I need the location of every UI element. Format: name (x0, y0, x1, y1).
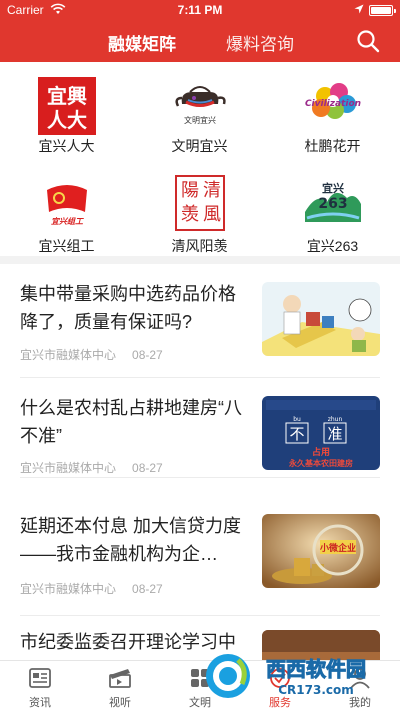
svg-text:文明宜兴: 文明宜兴 (184, 115, 216, 125)
news-source: 宜兴市融媒体中心 (20, 461, 117, 475)
channel-qingfeng-yangxian[interactable]: 清 陽 風 羡 清风阳羡 (133, 162, 266, 260)
teapot-logo: 文明宜兴 (175, 86, 226, 125)
tab-media-matrix[interactable]: 融媒矩阵 (108, 30, 176, 55)
news-title: 集中带量采购中选药品价格降了，质量有保证吗? (20, 284, 236, 332)
yixing-rd-logo: 宜興 人大 (38, 77, 96, 135)
svg-text:CR173.com: CR173.com (278, 683, 354, 697)
thumb-pinyin: bu (293, 416, 301, 423)
location-arrow-icon (354, 4, 364, 14)
svg-text:羡: 羡 (181, 204, 199, 225)
status-time: 7:11 PM (177, 3, 223, 17)
svg-text:陽: 陽 (181, 180, 199, 201)
tab-news[interactable]: 资讯 (0, 661, 80, 710)
top-nav: 融媒矩阵 爆料咨询 (0, 22, 400, 62)
channel-civilized-yixing[interactable]: 文明宜兴 文明宜兴 (133, 62, 266, 160)
status-bar: Carrier 7:11 PM (0, 0, 400, 20)
channel-label: 宜兴人大 (38, 138, 95, 154)
tab-media[interactable]: 视听 (80, 661, 160, 710)
channel-label: 清风阳羡 (171, 238, 228, 254)
clapper-icon (109, 669, 131, 688)
channel-yixing-rd[interactable]: 宜興 人大 宜兴人大 (0, 62, 133, 160)
party-flag-logo: 宜兴组工 (47, 185, 87, 226)
news-title: 什么是农村乱占耕地建房“八不准” (20, 398, 242, 446)
svg-text:宜興: 宜興 (47, 84, 87, 108)
thumb-pinyin: zhun (328, 416, 343, 423)
channel-label: 宜兴263 (306, 238, 359, 254)
seal-logo: 清 陽 風 羡 (175, 175, 225, 231)
svg-text:宜兴组工: 宜兴组工 (51, 217, 84, 226)
news-thumbnail (262, 282, 380, 356)
news-date: 08-27 (132, 461, 163, 475)
news-item[interactable]: 什么是农村乱占耕地建房“八不准” 宜兴市融媒体中心 08-27 bu zhun 不… (0, 378, 400, 478)
svg-text:263: 263 (318, 196, 347, 212)
news-thumbnail: bu zhun 不 准 占用 永久基本农田建房 (262, 396, 380, 470)
news-source: 宜兴市融媒体中心 (20, 348, 117, 362)
tab-news-tips[interactable]: 爆料咨询 (226, 30, 294, 55)
tab-label: 视听 (109, 697, 131, 709)
news-meta: 宜兴市融媒体中心 08-27 (20, 459, 163, 476)
thumb-text: 小微企业 (319, 542, 356, 554)
channel-label: 文明宜兴 (171, 138, 228, 154)
thumb-text: 占用 (312, 446, 330, 458)
tab-label: 资讯 (29, 697, 51, 709)
thumb-text: 不 (289, 425, 304, 443)
news-date: 08-27 (132, 348, 163, 362)
search-icon[interactable] (356, 29, 380, 53)
svg-text:西西软件园: 西西软件园 (266, 657, 366, 681)
svg-text:Civilization: Civilization (305, 99, 361, 109)
news-title: 延期还本付息 加大信贷力度——我市金融机构为企… (20, 516, 241, 564)
news-meta: 宜兴市融媒体中心 08-27 (20, 346, 163, 363)
news-list: 集中带量采购中选药品价格降了，质量有保证吗? 宜兴市融媒体中心 08-27 什么是… (0, 264, 400, 660)
news-meta: 宜兴市融媒体中心 08-27 (20, 580, 163, 597)
landscape-logo: 宜兴 263 (305, 181, 361, 222)
channel-azalea[interactable]: Civilization 杜鹏花开 (266, 62, 399, 160)
news-date: 08-27 (132, 582, 163, 596)
watermark-logo: 西西软件园 CR173.com (206, 654, 367, 698)
channel-label: 宜兴组工 (38, 238, 95, 254)
app-header: Carrier 7:11 PM 融媒矩阵 爆料咨询 (0, 0, 400, 62)
channel-grid: 宜興 人大 宜兴人大 文明宜兴 文明宜兴 Civilization 杜鹏花开 宜… (0, 62, 400, 260)
channel-yixing-zugong[interactable]: 宜兴组工 宜兴组工 (0, 162, 133, 260)
svg-text:宜兴: 宜兴 (322, 181, 344, 195)
news-icon (29, 668, 51, 688)
channel-yixing-263[interactable]: 宜兴 263 宜兴263 (266, 162, 399, 260)
channel-label: 杜鹏花开 (304, 138, 361, 154)
news-item[interactable]: 集中带量采购中选药品价格降了，质量有保证吗? 宜兴市融媒体中心 08-27 (0, 264, 400, 378)
thumb-text: 准 (327, 425, 342, 443)
svg-text:清: 清 (203, 180, 221, 201)
svg-text:風: 風 (203, 204, 221, 225)
news-source: 宜兴市融媒体中心 (20, 582, 117, 596)
news-item[interactable]: 延期还本付息 加大信贷力度——我市金融机构为企… 宜兴市融媒体中心 08-27 小… (0, 502, 400, 616)
thumb-text: 永久基本农田建房 (288, 458, 353, 468)
battery-icon (369, 5, 396, 16)
svg-text:人大: 人大 (47, 108, 87, 132)
divider (20, 477, 380, 478)
civilization-logo: Civilization (305, 83, 361, 119)
section-divider (0, 256, 400, 264)
news-thumbnail: 小微企业 (262, 514, 380, 588)
